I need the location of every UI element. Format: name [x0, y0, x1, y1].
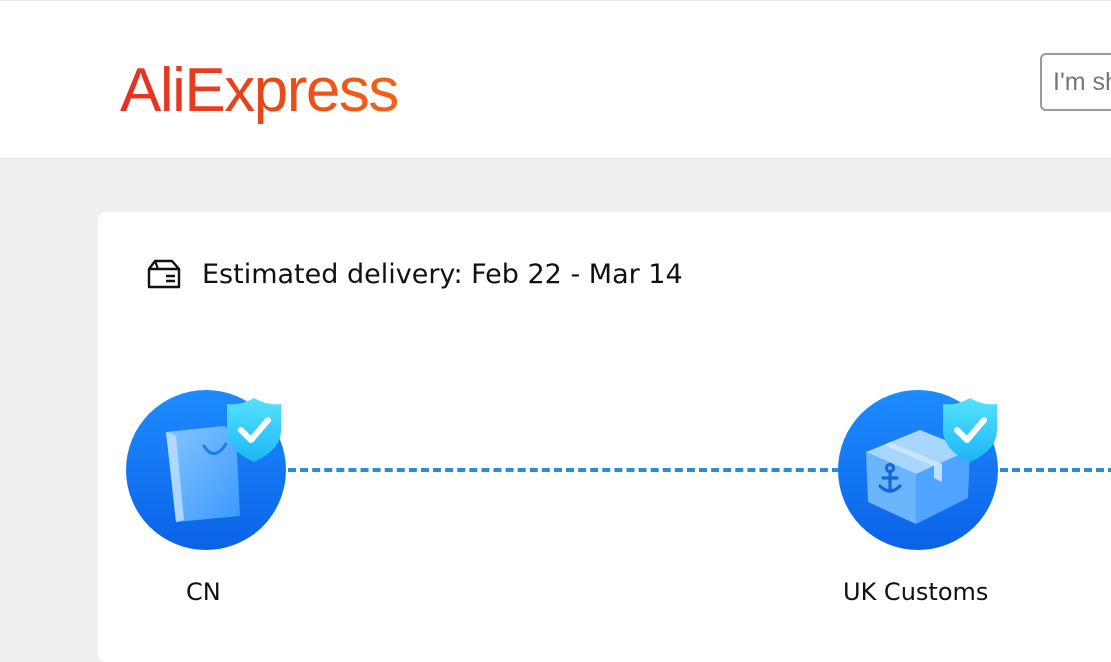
- step-label: CN: [186, 578, 221, 606]
- delivery-box-icon: [147, 259, 181, 289]
- site-header: AliExpress: [0, 0, 1111, 159]
- logo-text: AliExpress: [120, 49, 399, 133]
- step-label: UK Customs: [843, 578, 989, 606]
- step-uk-customs-node: [838, 390, 998, 550]
- delivery-tracking-card: Estimated delivery: Feb 22 - Mar 14 CN U…: [98, 212, 1111, 662]
- progress-connector: [288, 468, 840, 472]
- progress-connector: [1000, 468, 1111, 472]
- estimated-delivery-text: Estimated delivery: Feb 22 - Mar 14: [202, 258, 683, 290]
- estimated-delivery: Estimated delivery: Feb 22 - Mar 14: [146, 254, 683, 294]
- step-cn-node: [126, 390, 286, 550]
- aliexpress-logo[interactable]: AliExpress: [120, 49, 450, 133]
- shopping-bag-icon: [166, 426, 240, 522]
- search-input[interactable]: [1040, 53, 1111, 111]
